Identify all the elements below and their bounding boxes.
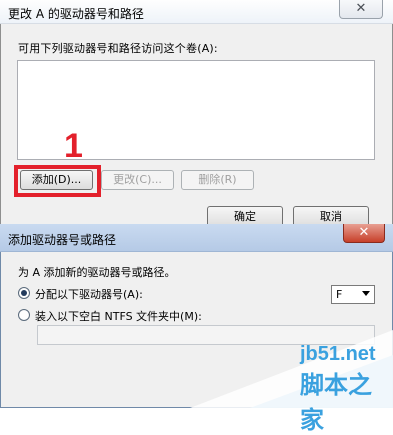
watermark-site: jb51.net — [300, 343, 376, 365]
watermark-name: 脚本之家 — [300, 371, 372, 434]
close-button[interactable]: ✕ — [343, 224, 385, 243]
assign-letter-label[interactable]: 分配以下驱动器号(A): — [35, 286, 143, 302]
close-button[interactable]: ✕ — [339, 0, 383, 19]
available-paths-label: 可用下列驱动器号和路径访问这个卷(A): — [18, 42, 218, 55]
assign-letter-radio[interactable] — [18, 287, 30, 299]
step-number-annotation: 1 — [64, 127, 83, 165]
chevron-down-icon[interactable] — [362, 291, 370, 296]
dialog-title: 更改 A 的驱动器号和路径 — [8, 7, 144, 21]
dialog-hint: 为 A 添加新的驱动器号或路径。 — [18, 266, 176, 279]
dialog-title: 添加驱动器号或路径 — [8, 233, 117, 247]
mount-folder-radio[interactable] — [18, 309, 30, 321]
remove-button[interactable]: 删除(R) — [181, 170, 254, 190]
add-button[interactable]: 添加(D)... — [20, 170, 93, 190]
mount-folder-label[interactable]: 装入以下空白 NTFS 文件夹中(M): — [35, 308, 202, 324]
change-button[interactable]: 更改(C)... — [101, 170, 174, 190]
